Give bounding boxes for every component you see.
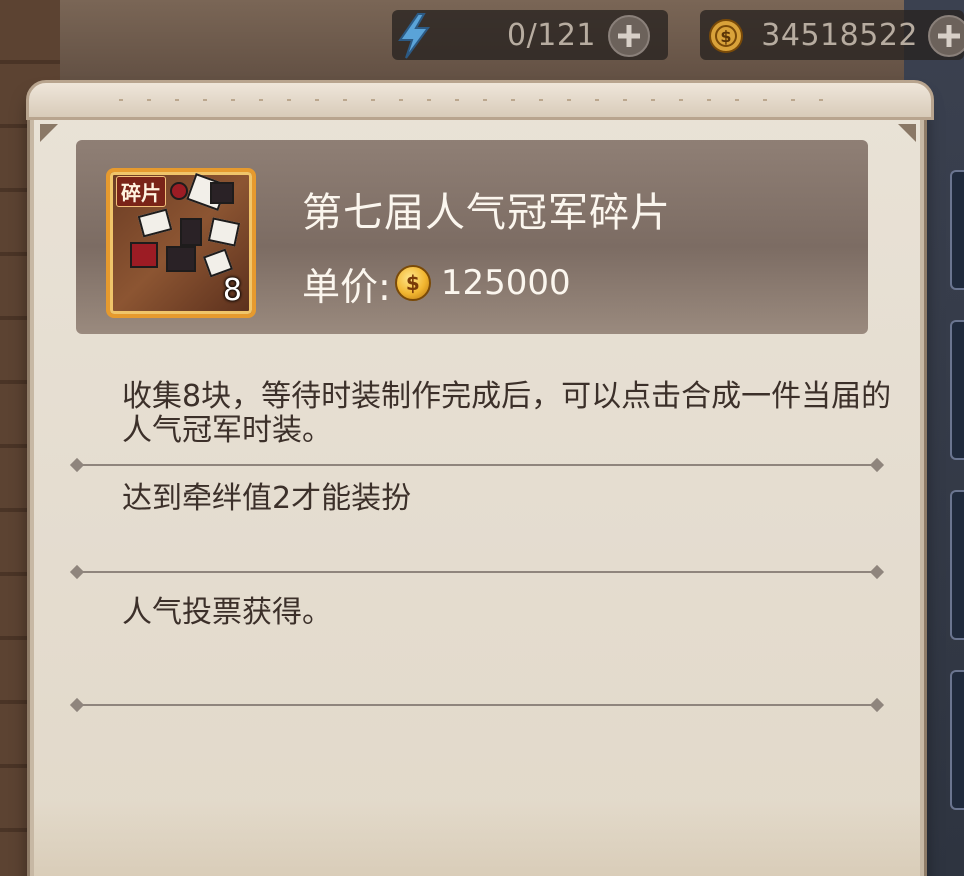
shard-piece (137, 208, 173, 238)
price-row: 单价: $ 125000 (302, 258, 571, 309)
coin-counter: $ 34518522 (700, 10, 964, 60)
background-slot (950, 170, 964, 290)
coin-value: 34518522 (761, 18, 918, 53)
item-tag: 碎片 (116, 176, 166, 207)
background-slot (950, 490, 964, 640)
panel-crest (26, 80, 934, 120)
price-label: 单价: (302, 264, 391, 309)
coin-icon: $ (709, 19, 743, 53)
section-divider (76, 571, 878, 573)
coin-icon: $ (394, 265, 431, 301)
shard-piece (170, 182, 188, 200)
shard-piece (130, 242, 158, 268)
background-slot (950, 670, 964, 810)
item-name: 第七届人气冠军碎片 (302, 190, 671, 236)
section-divider (76, 464, 878, 466)
shard-piece (207, 217, 241, 247)
item-count: 8 (222, 273, 242, 308)
shard-piece (210, 182, 234, 204)
crest-ornament (119, 99, 841, 101)
lightning-icon (398, 13, 430, 59)
shard-piece (166, 246, 196, 272)
price-value: 125000 (440, 263, 571, 303)
panel-footer (34, 800, 920, 876)
shard-piece (180, 218, 202, 246)
add-coins-button[interactable] (928, 15, 964, 57)
item-description: 收集8块，等待时装制作完成后，可以点击合成一件当届的人气冠军时装。 (122, 379, 892, 448)
item-source: 人气投票获得。 (122, 595, 332, 630)
energy-value: 0/121 (507, 18, 596, 53)
add-energy-button[interactable] (608, 15, 650, 57)
item-requirement: 达到牵绊值2才能装扮 (122, 481, 412, 516)
background-slot (950, 320, 964, 460)
svg-text:$: $ (720, 27, 731, 46)
energy-counter: 0/121 (392, 10, 668, 60)
item-icon: 碎片 8 (106, 168, 256, 318)
section-divider (76, 704, 878, 706)
